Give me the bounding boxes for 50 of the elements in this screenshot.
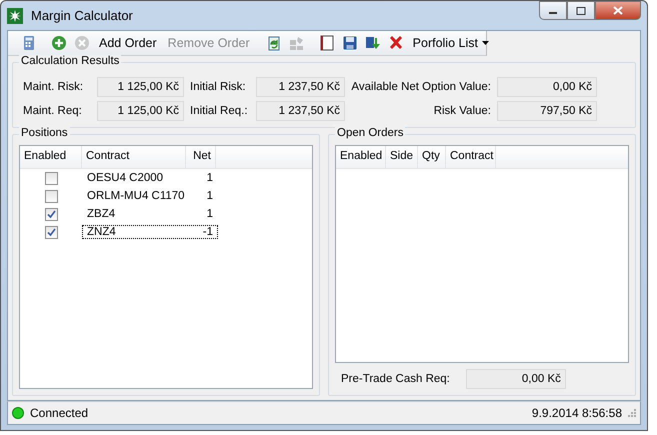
field-label: Initial Risk: xyxy=(190,81,247,93)
column-header[interactable]: Net xyxy=(186,146,216,168)
minimize-button[interactable] xyxy=(539,1,567,20)
checkbox[interactable] xyxy=(44,172,58,184)
value-field: 797,50 Kč xyxy=(497,101,597,121)
portfolio-menu[interactable]: Porfolio List xyxy=(408,35,493,51)
status-text: Connected xyxy=(30,406,88,420)
table-cell-text: OESU4 C2000 xyxy=(86,172,164,184)
column-header[interactable]: Qty xyxy=(418,146,446,168)
value-field: 1 125,00 Kč xyxy=(97,77,184,97)
value-field: 0,00 Kč xyxy=(497,77,597,97)
add-icon[interactable] xyxy=(49,34,69,52)
column-header[interactable]: Side xyxy=(386,146,418,168)
table-cell-text: -1 xyxy=(202,226,214,238)
close-icon xyxy=(613,6,623,15)
column-header[interactable]: Enabled xyxy=(336,146,386,168)
table-cell-text: 1 xyxy=(206,208,214,220)
timestamp: 9.9.2014 8:56:58 xyxy=(532,406,622,420)
maximize-icon xyxy=(576,6,586,14)
group-title: Open Orders xyxy=(335,127,406,139)
value-field: 1 237,50 Kč xyxy=(256,77,345,97)
maximize-button[interactable] xyxy=(567,1,595,20)
checkbox[interactable] xyxy=(44,190,58,202)
column-header[interactable]: Contract xyxy=(446,146,496,168)
group-title: Calculation Results xyxy=(19,55,122,67)
table-cell-text: ORLM-MU4 C1170 xyxy=(86,190,186,202)
column-header[interactable]: Contract xyxy=(82,146,186,168)
field-label: Risk Value: xyxy=(432,105,491,117)
app-icon xyxy=(7,8,23,24)
table-cell-text: ZNZ4 xyxy=(86,226,117,238)
field-label: Initial Req.: xyxy=(190,105,249,117)
checkbox[interactable] xyxy=(44,226,58,238)
toolbar-button[interactable]: Add Order xyxy=(95,35,161,51)
table-cell-text: 1 xyxy=(206,172,214,184)
field-label: Maint. Risk: xyxy=(23,81,84,93)
caret-icon xyxy=(482,41,489,45)
group-title: Positions xyxy=(19,127,70,139)
resize-grip-icon xyxy=(628,409,636,417)
close-button[interactable] xyxy=(595,1,641,20)
field-label: Pre-Trade Cash Req: xyxy=(341,373,450,385)
checkbox[interactable] xyxy=(44,208,58,220)
value-field: 1 237,50 Kč xyxy=(256,101,345,121)
column-header[interactable]: Enabled xyxy=(20,146,82,168)
field-label: Available Net Option Value: xyxy=(351,81,491,93)
table-cell-text: 1 xyxy=(206,190,214,202)
value-field: 0,00 Kč xyxy=(466,369,566,389)
table-cell-text: ZBZ4 xyxy=(86,208,116,220)
window-title: Margin Calculator xyxy=(31,8,133,23)
field-label: Maint. Req: xyxy=(23,105,83,117)
value-field: 1 125,00 Kč xyxy=(97,101,184,121)
